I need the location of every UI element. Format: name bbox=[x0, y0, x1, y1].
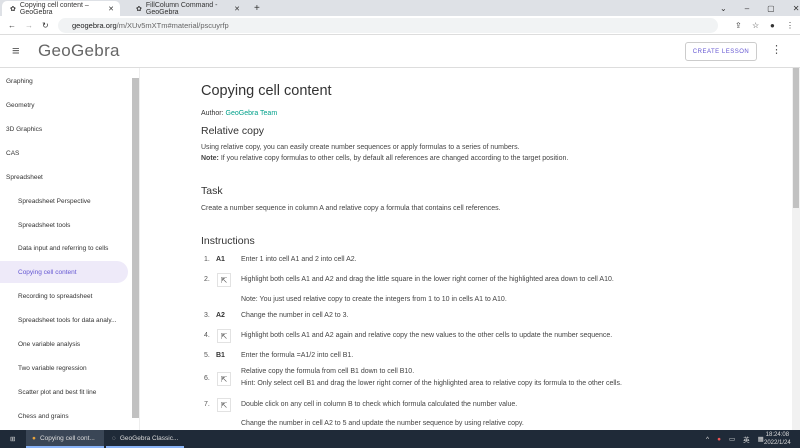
move-tool-icon: ⇱ bbox=[217, 329, 231, 343]
relative-copy-heading: Relative copy bbox=[201, 125, 265, 137]
sidebar-item-cas[interactable]: CAS bbox=[0, 142, 128, 164]
chevron-up-icon[interactable]: ^ bbox=[706, 436, 709, 443]
step-note: Note: You just used relative copy to cre… bbox=[241, 296, 507, 303]
system-tray: ^ ● ▭ 英 ▦ bbox=[700, 430, 764, 448]
input-method-icon[interactable]: 英 bbox=[743, 434, 750, 444]
move-tool-icon: ⇱ bbox=[217, 273, 231, 287]
step-number: 7. bbox=[204, 401, 210, 408]
cell-reference: A2 bbox=[216, 312, 225, 319]
tab-copying-cell-content[interactable]: ✿ Copying cell content – GeoGebra ✕ bbox=[2, 1, 120, 16]
sidebar-item-data-input[interactable]: Data input and referring to cells bbox=[0, 237, 128, 259]
new-tab-button[interactable]: + bbox=[246, 1, 260, 16]
create-lesson-button[interactable]: CREATE LESSON bbox=[685, 42, 757, 61]
step-number: 3. bbox=[204, 312, 210, 319]
sidebar-item-one-variable[interactable]: One variable analysis bbox=[0, 333, 128, 355]
step-number: 6. bbox=[204, 375, 210, 382]
sidebar-scrollbar[interactable] bbox=[132, 78, 139, 418]
forward-icon[interactable]: → bbox=[25, 21, 33, 30]
chevron-down-icon[interactable]: ⌄ bbox=[720, 4, 727, 13]
back-icon[interactable]: ← bbox=[8, 21, 16, 30]
address-bar-row: ← → ↻ geogebra.org/m/XUv5mXTm#material/p… bbox=[0, 16, 800, 35]
sidebar-item-two-variable[interactable]: Two variable regression bbox=[0, 357, 128, 379]
task-heading: Task bbox=[201, 185, 223, 197]
sidebar-item-recording[interactable]: Recording to spreadsheet bbox=[0, 285, 128, 307]
sidebar-item-scatter-plot[interactable]: Scatter plot and best fit line bbox=[0, 381, 128, 403]
hamburger-icon[interactable]: ≡ bbox=[12, 43, 20, 58]
sidebar: Graphing Geometry 3D Graphics CAS Spread… bbox=[0, 68, 140, 430]
main-content: Copying cell content Author: GeoGebra Te… bbox=[141, 68, 791, 430]
sidebar-item-spreadsheet-tools[interactable]: Spreadsheet tools bbox=[0, 214, 128, 236]
tray-app-icon[interactable]: ● bbox=[717, 436, 721, 443]
clock[interactable]: 18:24:08 2022/1/24 bbox=[764, 431, 791, 447]
more-icon[interactable]: ⋮ bbox=[771, 43, 782, 56]
sidebar-item-spreadsheet-perspective[interactable]: Spreadsheet Perspective bbox=[0, 190, 128, 212]
star-icon[interactable]: ☆ bbox=[752, 21, 759, 30]
page-scrollbar[interactable] bbox=[792, 68, 800, 430]
step-text: Double click on any cell in column B to … bbox=[241, 401, 518, 408]
chrome-icon: ● bbox=[32, 434, 36, 442]
author-link[interactable]: GeoGebra Team bbox=[226, 110, 278, 117]
geogebra-icon: ◌ bbox=[112, 434, 116, 442]
sidebar-item-3d-graphics[interactable]: 3D Graphics bbox=[0, 118, 128, 140]
page-title: Copying cell content bbox=[201, 83, 332, 99]
close-icon[interactable]: ✕ bbox=[108, 5, 114, 13]
browser-tab-bar: ✿ Copying cell content – GeoGebra ✕ ✿ FillC… bbox=[0, 0, 800, 16]
sidebar-item-chess-grains[interactable]: Chess and grains bbox=[0, 405, 128, 427]
step-text: Relative copy the formula from cell B1 d… bbox=[241, 368, 415, 375]
move-tool-icon: ⇱ bbox=[217, 372, 231, 386]
windows-start-icon[interactable]: ⊞ bbox=[4, 430, 15, 448]
task-text: Create a number sequence in column A and… bbox=[201, 205, 501, 212]
taskbar-app-chrome[interactable]: ● Copying cell cont... bbox=[26, 430, 104, 448]
taskbar: ⊞ ● Copying cell cont... ◌ GeoGebra Classi… bbox=[0, 430, 800, 448]
minimize-icon[interactable]: – bbox=[745, 4, 749, 13]
scrollbar-thumb[interactable] bbox=[793, 68, 799, 208]
geogebra-icon: ✿ bbox=[136, 5, 142, 13]
window-controls: ⌄ – ▢ ✕ bbox=[712, 1, 799, 16]
sidebar-item-geometry[interactable]: Geometry bbox=[0, 94, 128, 116]
step-text: Change the number in cell A2 to 5 and up… bbox=[241, 420, 524, 427]
maximize-icon[interactable]: ▢ bbox=[767, 4, 775, 13]
cell-reference: A1 bbox=[216, 256, 225, 263]
sidebar-item-spreadsheet[interactable]: Spreadsheet bbox=[0, 166, 128, 188]
step-number: 5. bbox=[204, 352, 210, 359]
sidebar-item-copying-cell-content[interactable]: Copying cell content bbox=[0, 261, 128, 283]
step-number: 2. bbox=[204, 276, 210, 283]
url-input[interactable]: geogebra.org/m/XUv5mXTm#material/pscuyrf… bbox=[58, 18, 718, 33]
reload-icon[interactable]: ↻ bbox=[42, 21, 49, 30]
step-text: Highlight both cells A1 and A2 and drag … bbox=[241, 276, 614, 283]
sidebar-item-data-analysis[interactable]: Spreadsheet tools for data analy... bbox=[0, 309, 128, 331]
share-icon[interactable]: ⇪ bbox=[735, 21, 742, 30]
geogebra-icon: ✿ bbox=[10, 5, 16, 13]
step-text: Highlight both cells A1 and A2 again and… bbox=[241, 332, 613, 339]
tab-fillcolumn[interactable]: ✿ FillColumn Command - GeoGebra ✕ bbox=[128, 1, 246, 16]
taskbar-app-geogebra[interactable]: ◌ GeoGebra Classic... bbox=[106, 430, 184, 448]
author-line: Author: GeoGebra Team bbox=[201, 110, 278, 117]
step-text: Enter 1 into cell A1 and 2 into cell A2. bbox=[241, 256, 357, 263]
close-window-icon[interactable]: ✕ bbox=[793, 4, 800, 13]
close-icon[interactable]: ✕ bbox=[234, 5, 240, 13]
note-text: Note: If you relative copy formulas to o… bbox=[201, 155, 569, 162]
keyboard-icon[interactable]: ▦ bbox=[758, 435, 764, 443]
menu-icon[interactable]: ⋮ bbox=[786, 21, 794, 30]
move-tool-icon: ⇱ bbox=[217, 398, 231, 412]
step-hint: Hint: Only select cell B1 and drag the l… bbox=[241, 380, 622, 387]
step-number: 4. bbox=[204, 332, 210, 339]
relative-copy-text: Using relative copy, you can easily crea… bbox=[201, 144, 520, 151]
network-icon[interactable]: ▭ bbox=[729, 435, 735, 443]
step-text: Enter the formula =A1/2 into cell B1. bbox=[241, 352, 354, 359]
sidebar-item-graphing[interactable]: Graphing bbox=[0, 70, 128, 92]
step-text: Change the number in cell A2 to 3. bbox=[241, 312, 349, 319]
app-header: ≡ GeoGebra CREATE LESSON ⋮ bbox=[0, 35, 800, 68]
geogebra-logo[interactable]: GeoGebra bbox=[38, 41, 120, 61]
cell-reference: B1 bbox=[216, 352, 225, 359]
step-number: 1. bbox=[204, 256, 210, 263]
profile-icon[interactable]: ● bbox=[770, 21, 775, 30]
instructions-heading: Instructions bbox=[201, 235, 255, 247]
